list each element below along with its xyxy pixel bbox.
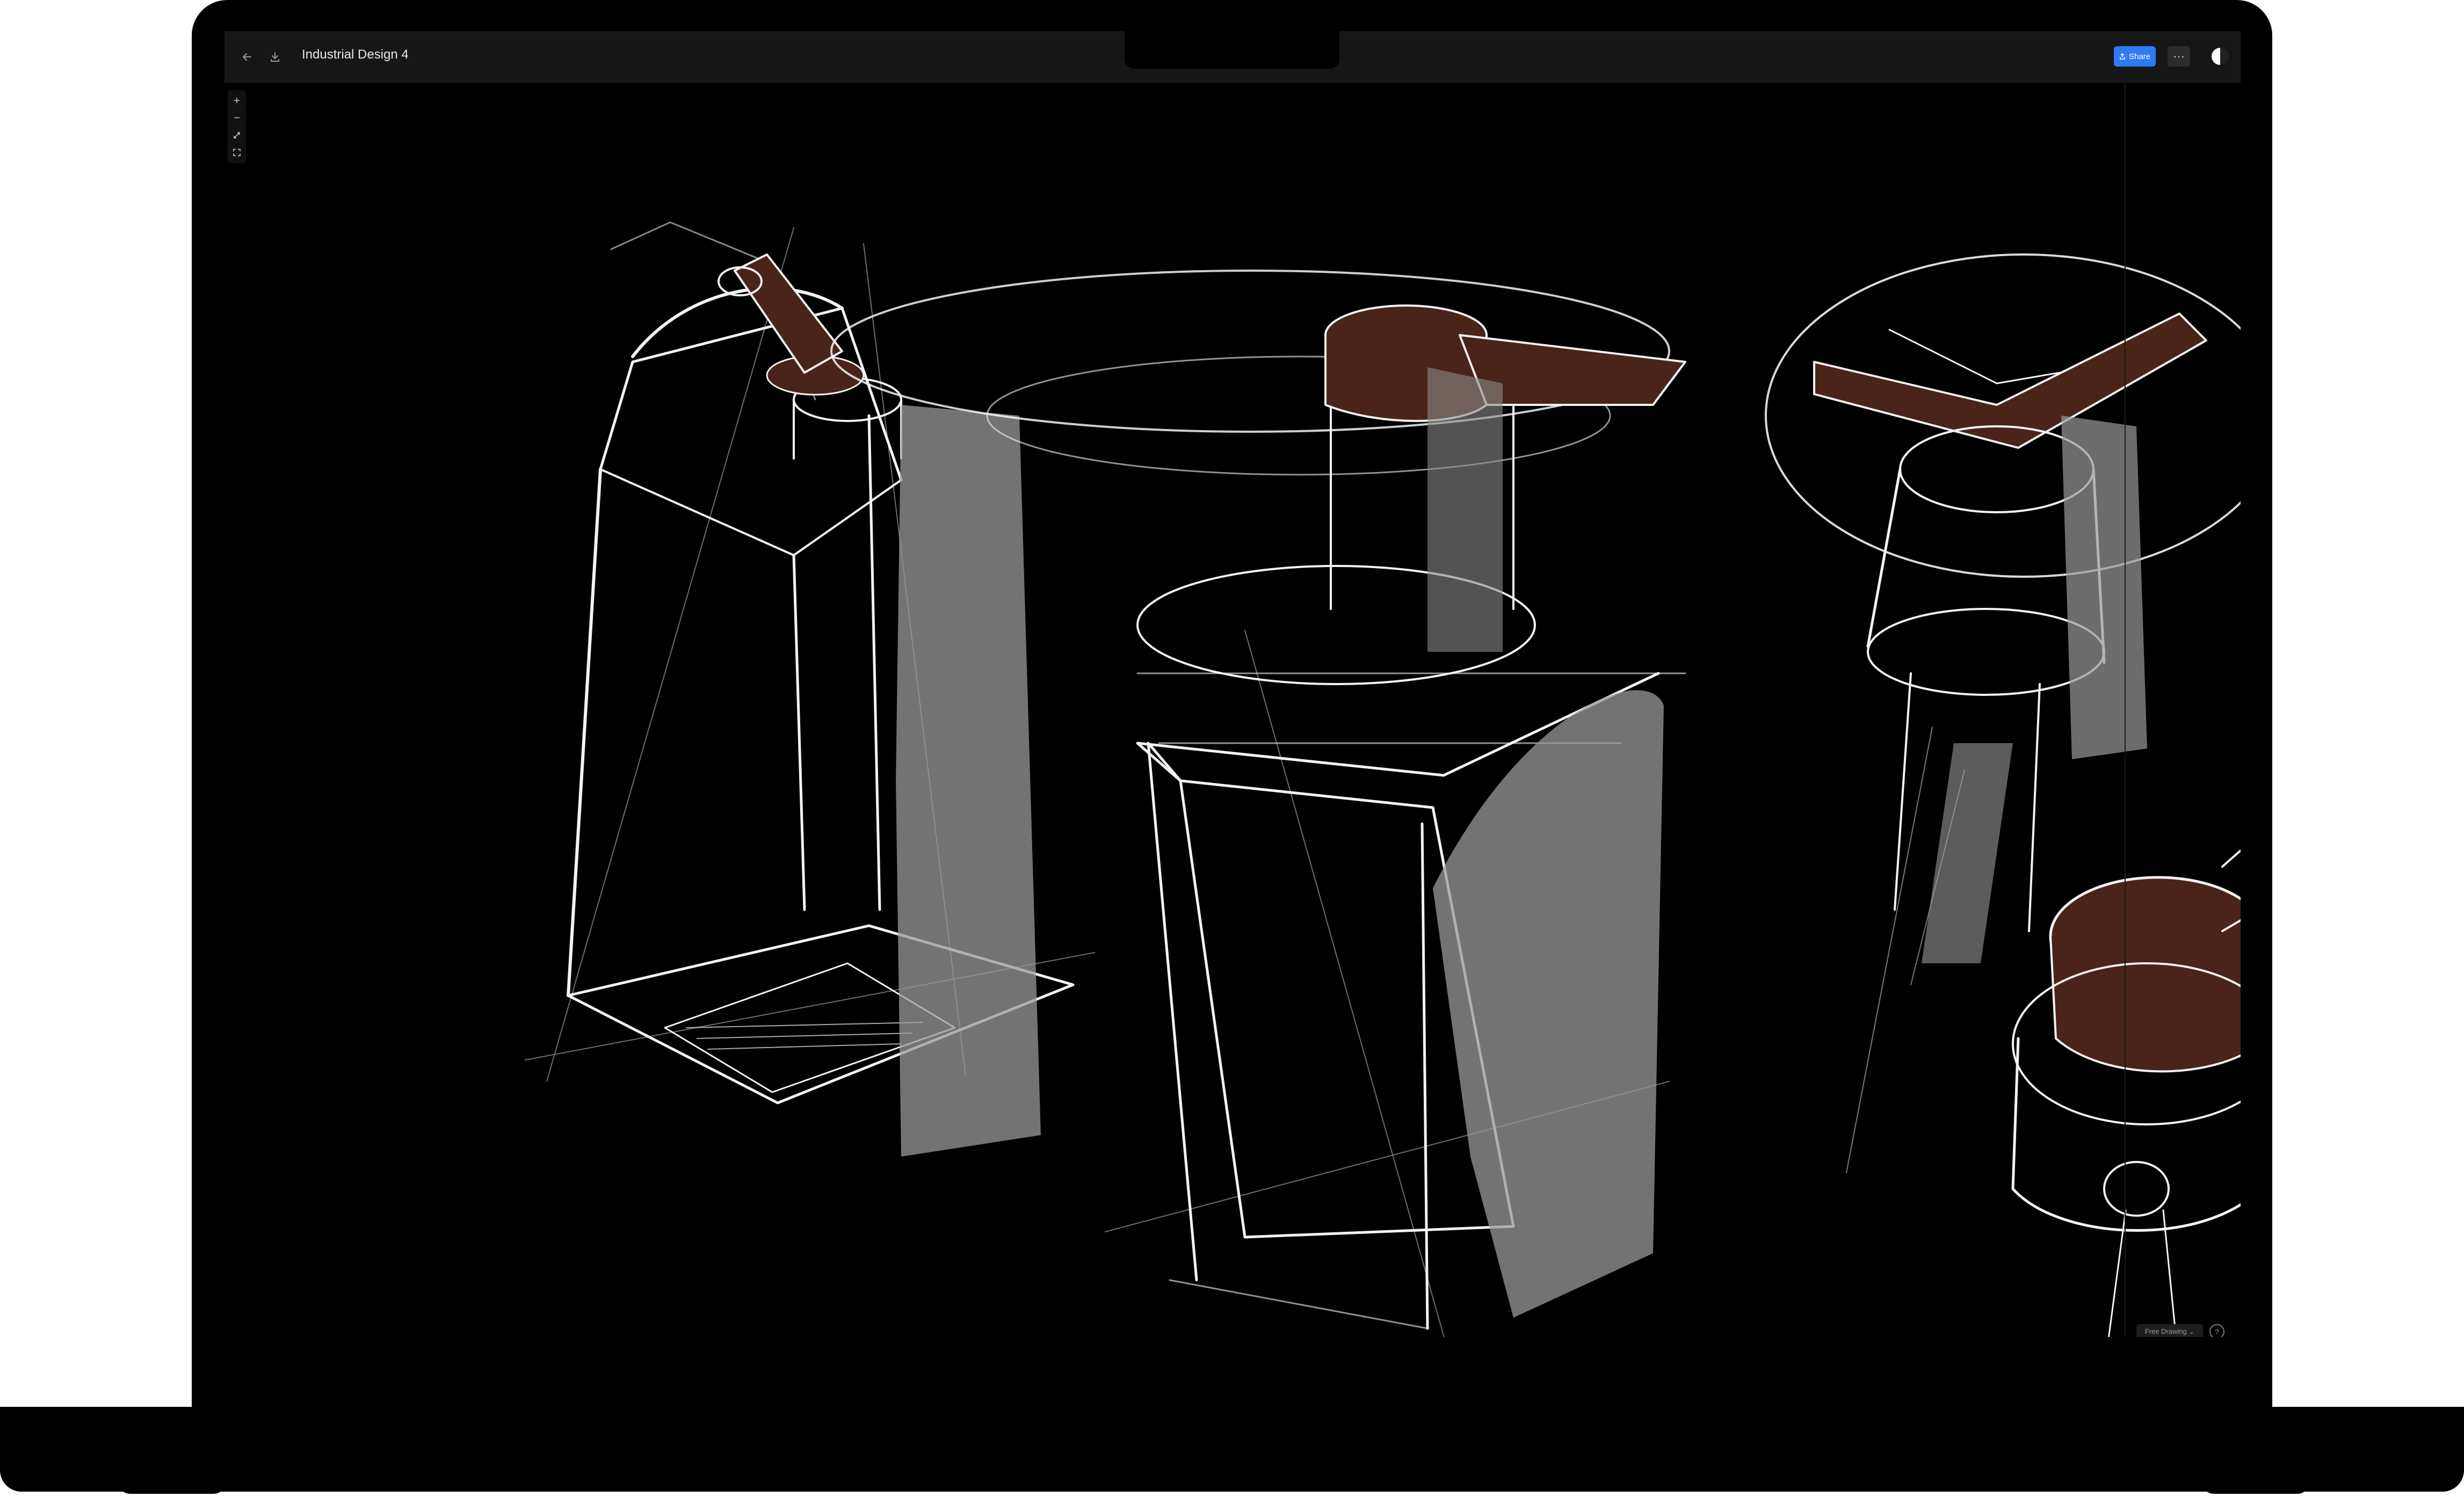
sketch-bottle-center-shade [1433,690,1664,1318]
app-screen: Industrial Design 4 Share ··· + − Free D… [224,31,2241,1337]
fullscreen-icon [233,149,241,156]
avatar[interactable] [2212,48,2229,65]
laptop-foot-right [2202,1482,2309,1494]
document-title[interactable]: Industrial Design 4 [302,47,409,62]
zoom-controls: + − [228,90,246,163]
share-icon [2120,53,2125,60]
download-button[interactable] [262,44,288,70]
camera-notch [1125,31,1339,69]
zoom-in-button[interactable]: + [228,92,246,110]
laptop-base [0,1407,2464,1492]
back-button[interactable] [234,44,260,70]
download-icon [271,52,279,62]
sketch-pump-shade [2061,416,2147,759]
zoom-out-button[interactable]: − [228,110,246,127]
sketch-cap [2011,849,2241,1337]
expand-arrows-icon [234,132,240,139]
drawing-canvas[interactable] [224,83,2241,1337]
share-label: Share [2128,52,2151,61]
laptop-foot-left [118,1482,226,1494]
fit-view-button[interactable] [228,127,246,144]
more-options-button[interactable]: ··· [2168,46,2190,67]
sketch-bottle-left-shade [896,405,1041,1157]
help-button[interactable]: ? [2209,1324,2224,1337]
fullscreen-button[interactable] [228,144,246,161]
drawing-mode-dropdown[interactable]: Free Drawing ⌄ [2136,1324,2203,1337]
top-toolbar: Industrial Design 4 Share ··· [224,31,2241,83]
share-button[interactable]: Share [2114,46,2156,67]
canvas-right-rail [2125,83,2126,1337]
sketch-bottle-center-nozzle [1324,304,1686,422]
arrow-left-icon [242,53,251,61]
sketch-bottle-left-nozzle [718,253,865,396]
